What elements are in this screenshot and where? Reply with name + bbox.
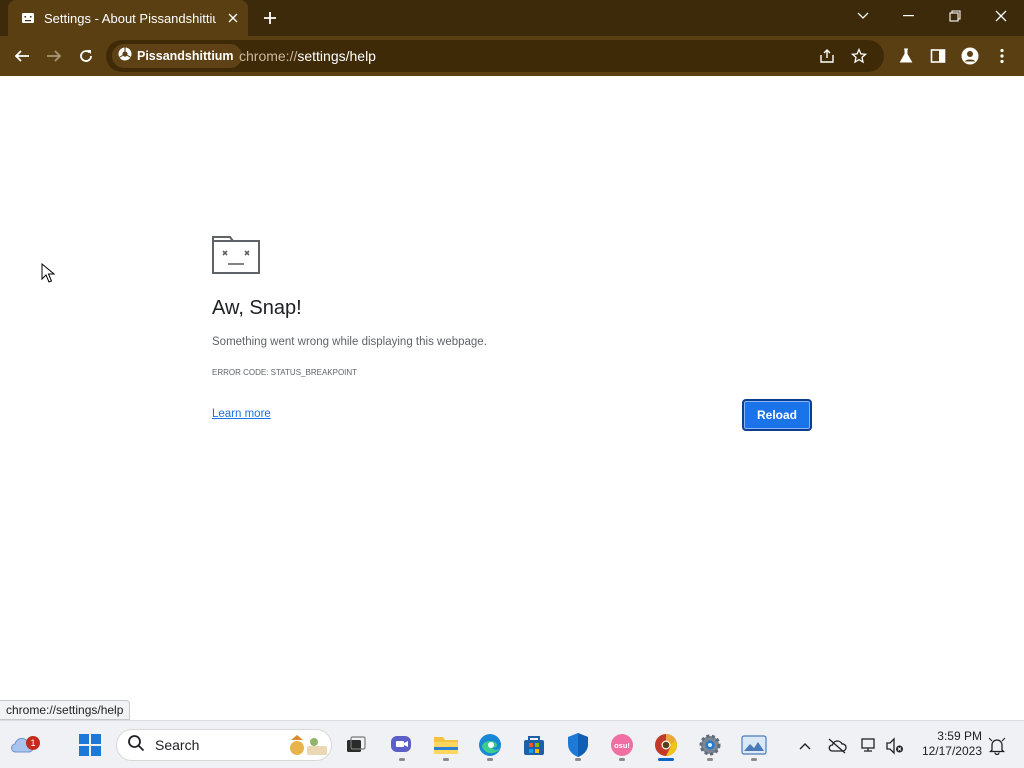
tab-title: Settings - About Pissandshittium [44,10,216,26]
tab-search-chevron-icon[interactable] [840,0,886,32]
task-view-icon[interactable] [340,729,372,761]
running-indicator [487,758,493,761]
address-bar[interactable]: Pissandshittium chrome://settings/help [106,40,884,72]
error-code: Error code: STATUS_BREAKPOINT [212,368,358,377]
url-path: settings/help [297,48,376,64]
url-text: chrome://settings/help [239,48,376,64]
microsoft-store-icon[interactable] [518,729,550,761]
clock-date: 12/17/2023 [921,744,982,758]
teams-chat-icon[interactable] [386,729,418,761]
browser-logo-icon [118,47,132,66]
reload-button[interactable]: Reload [742,399,812,431]
settings-gear-icon[interactable] [694,729,726,761]
weather-badge: 1 [26,736,40,750]
svg-text:osu!: osu! [614,741,630,750]
defender-shield-icon[interactable] [562,729,594,761]
photos-app-icon[interactable] [738,729,770,761]
url-scheme: chrome:// [239,48,298,64]
tab-settings-about[interactable]: Settings - About Pissandshittium [8,0,248,36]
taskbar-search-box[interactable]: Search [116,729,332,761]
learn-more-link[interactable]: Learn more [212,408,271,420]
edge-browser-icon[interactable] [474,729,506,761]
running-indicator [707,758,713,761]
error-message: Something went wrong while displaying th… [212,336,487,348]
search-icon [127,734,145,757]
labs-flask-icon[interactable] [894,44,918,68]
tray-overflow-chevron-icon[interactable] [794,735,816,757]
side-panel-icon[interactable] [926,44,950,68]
running-indicator [619,758,625,761]
minimize-button[interactable] [886,0,932,32]
bookmark-star-icon[interactable] [847,44,871,68]
running-indicator-active [658,758,674,761]
forward-button[interactable] [40,42,68,70]
weather-widget-icon[interactable]: 1 [6,729,40,761]
sad-tab-icon [212,234,260,279]
screen: Settings - About Pissandshittium Pissand… [0,0,1024,768]
close-window-button[interactable] [978,0,1024,32]
browser-toolbar: Pissandshittium chrome://settings/help [0,36,1024,76]
running-indicator [575,758,581,761]
status-bubble: chrome://settings/help [0,700,131,720]
new-tab-button[interactable] [258,6,282,30]
mouse-cursor-icon [41,262,56,288]
clock-time: 3:59 PM [937,729,982,743]
tab-strip: Settings - About Pissandshittium [0,0,1024,36]
site-info-chip[interactable]: Pissandshittium [112,44,242,68]
search-label: Search [155,737,200,753]
share-icon[interactable] [815,44,839,68]
taskbar: 1 Search osu! 3:59 PM 12/17/2023 [0,720,1024,768]
restore-button[interactable] [932,0,978,32]
volume-muted-icon[interactable] [884,735,906,757]
browser-taskbar-icon[interactable] [650,729,682,761]
search-highlight-icon [287,732,329,763]
back-button[interactable] [8,42,36,70]
network-icon[interactable] [858,735,880,757]
start-windows-icon[interactable] [74,729,106,761]
reload-page-button[interactable] [72,42,100,70]
page-content: Aw, Snap! Something went wrong while dis… [0,76,1024,720]
onedrive-offline-icon[interactable] [826,735,848,757]
menu-kebab-icon[interactable] [990,44,1014,68]
file-explorer-icon[interactable] [430,729,462,761]
osu-app-icon[interactable]: osu! [606,729,638,761]
notifications-bell-icon[interactable] [986,735,1008,757]
taskbar-clock[interactable]: 3:59 PM 12/17/2023 [918,729,982,759]
profile-avatar-icon[interactable] [958,44,982,68]
running-indicator [443,758,449,761]
tab-close-icon[interactable] [224,9,242,27]
running-indicator [751,758,757,761]
sad-tab-favicon-icon [20,10,36,26]
site-chip-label: Pissandshittium [137,49,234,63]
error-heading: Aw, Snap! [212,297,302,319]
running-indicator [399,758,405,761]
